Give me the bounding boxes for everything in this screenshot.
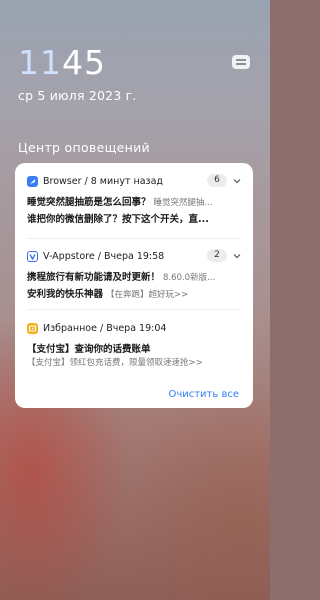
notification-title: 安利我的快乐神器	[27, 289, 104, 300]
notification-line: 安利我的快乐神器 【在奔跑】超好玩>>	[27, 286, 245, 300]
browser-app-icon	[27, 175, 38, 187]
notification-count-badge: 6	[207, 174, 227, 187]
notification-app-label: Избранное / Вчера 19:04	[43, 322, 167, 334]
notification-center-title: Центр оповещений	[18, 140, 150, 155]
notification-header: Browser / 8 минут назад	[27, 174, 163, 188]
notification-title: 谁把你的微信删除了？按下这个开关，直...	[27, 214, 209, 225]
notification-header: V-Appstore / Вчера 19:58	[27, 249, 164, 263]
lockscreen-date: ср 5 июля 2023 г.	[18, 88, 137, 103]
notification-count-badge: 2	[207, 249, 227, 262]
notification-preview: 睡觉突然腿抽...	[153, 198, 213, 208]
notification-line: 【支付宝】领红包充话费，限量领取速速抢>>	[27, 356, 245, 368]
notification-line: 睡觉突然腿抽筋是怎么回事？ 睡觉突然腿抽...	[27, 194, 245, 208]
lockscreen-clock: 1145	[18, 46, 106, 79]
divider	[27, 238, 241, 239]
chevron-down-icon[interactable]	[233, 177, 241, 185]
notification-title: 【支付宝】查询你的话费账单	[27, 344, 151, 355]
notification-panel: Browser / 8 минут назад 6 睡觉突然腿抽筋是怎么回事？ …	[15, 163, 253, 408]
divider	[27, 309, 241, 310]
notification-line: 谁把你的微信删除了？按下这个开关，直...	[27, 211, 245, 225]
notification-line: 携程旅行有新功能请及时更新！ 8.60.0新版...	[27, 269, 245, 283]
notification-settings-icon[interactable]	[232, 55, 250, 69]
clock-hours: 11	[18, 43, 62, 82]
notification-app-label: V-Appstore / Вчера 19:58	[43, 250, 165, 262]
notification-line: 【支付宝】查询你的话费账单	[27, 341, 245, 355]
favorites-app-icon	[27, 322, 38, 334]
v-appstore-app-icon	[27, 250, 38, 262]
notification-header: Избранное / Вчера 19:04	[27, 321, 166, 335]
notification-preview: 8.60.0新版...	[163, 273, 216, 283]
notification-preview: 【支付宝】领红包充话费，限量领取速速抢>>	[27, 358, 203, 368]
chevron-down-icon[interactable]	[233, 252, 241, 260]
notification-title: 携程旅行有新功能请及时更新！	[27, 272, 161, 283]
notification-title: 睡觉突然腿抽筋是怎么回事？	[27, 197, 151, 208]
notification-app-label: Browser / 8 минут назад	[43, 175, 164, 187]
clear-all-button[interactable]: Очистить все	[168, 389, 239, 400]
notification-preview: 【在奔跑】超好玩>>	[106, 290, 189, 300]
clock-minutes: 45	[62, 43, 106, 82]
